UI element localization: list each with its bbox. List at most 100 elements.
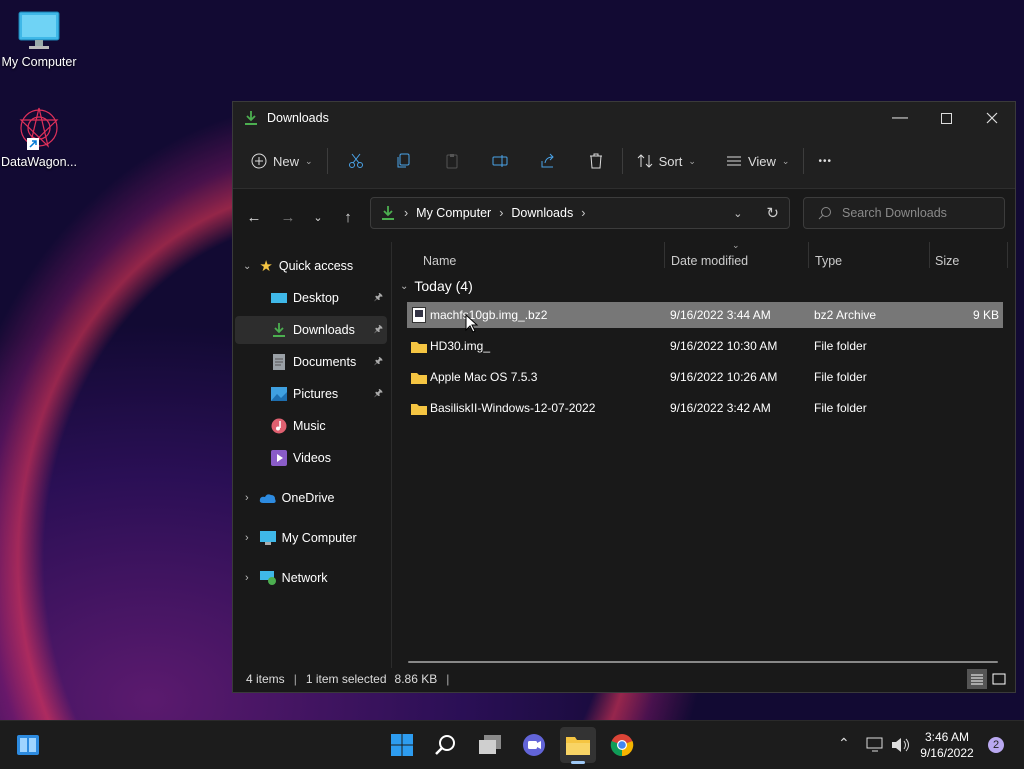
address-dropdown-button[interactable]: ⌄ (733, 207, 742, 220)
chat-icon (523, 734, 545, 756)
chevron-right-icon: › (245, 532, 249, 544)
file-row[interactable]: machfs10gb.img_.bz2 9/16/2022 3:44 AM bz… (407, 302, 1003, 328)
group-header[interactable]: ⌄ Today (4) (400, 278, 473, 294)
desktop-icon-datawagon[interactable]: DataWagon... (0, 106, 78, 169)
close-button[interactable] (969, 102, 1015, 134)
column-header-type[interactable]: Type (815, 254, 842, 268)
sidebar-item-pictures[interactable]: Pictures 🖈 (235, 380, 387, 408)
network-icon (259, 571, 276, 585)
breadcrumb-my-computer[interactable]: My Computer (416, 206, 491, 220)
column-separator[interactable] (929, 242, 930, 268)
chevron-down-icon: ⌄ (688, 155, 696, 166)
minimize-button[interactable]: — (877, 102, 923, 134)
pin-icon[interactable]: 🖈 (374, 290, 383, 307)
sidebar-label: Quick access (278, 259, 354, 273)
sidebar-item-quick-access[interactable]: ⌄ ★ Quick access (235, 252, 385, 280)
taskbar: ⌃ 3:46 AM 9/16/2022 2 (0, 720, 1024, 769)
task-view-button[interactable] (472, 727, 508, 763)
sidebar-item-music[interactable]: Music (235, 412, 387, 440)
folder-icon (566, 737, 590, 755)
file-type: File folder (814, 401, 867, 415)
file-name: Apple Mac OS 7.5.3 (430, 370, 538, 384)
widgets-button[interactable] (10, 727, 46, 763)
cut-button[interactable] (340, 145, 372, 177)
paste-button[interactable] (436, 145, 468, 177)
file-row[interactable]: BasiliskII-Windows-12-07-2022 9/16/2022 … (407, 395, 1003, 421)
selection-size: 8.86 KB (394, 672, 438, 686)
chrome-button[interactable] (604, 727, 640, 763)
column-separator[interactable] (1007, 242, 1008, 268)
rename-button[interactable] (484, 145, 516, 177)
refresh-button[interactable]: ↻ (766, 204, 779, 222)
view-list-icon (726, 156, 741, 166)
horizontal-scrollbar[interactable] (408, 661, 998, 663)
back-button[interactable]: ← (239, 202, 269, 232)
windows-logo-icon (391, 734, 413, 756)
column-separator[interactable] (664, 242, 665, 268)
details-view-button[interactable] (967, 669, 987, 689)
maximize-button[interactable] (923, 102, 969, 134)
sidebar-item-network[interactable]: › Network (235, 564, 387, 592)
sidebar-label: My Computer (281, 531, 357, 545)
monitor-icon (18, 11, 60, 49)
search-box[interactable]: Search Downloads (803, 197, 1005, 229)
tiles-view-button[interactable] (989, 669, 1009, 689)
column-header-date[interactable]: Date modified (671, 254, 748, 268)
sidebar-item-desktop[interactable]: Desktop 🖈 (235, 284, 387, 312)
item-count: 4 items (246, 672, 285, 686)
file-row[interactable]: HD30.img_ 9/16/2022 10:30 AM File folder (407, 333, 1003, 359)
column-separator[interactable] (808, 242, 809, 268)
recent-locations-button[interactable]: ⌄ (303, 202, 333, 232)
column-header-size[interactable]: Size (935, 254, 959, 268)
file-type: File folder (814, 339, 867, 353)
sidebar-item-downloads[interactable]: Downloads 🖈 (235, 316, 387, 344)
search-button[interactable] (428, 727, 464, 763)
breadcrumb-separator: › (499, 206, 504, 220)
sidebar-item-onedrive[interactable]: › OneDrive (235, 484, 387, 512)
pin-icon[interactable]: 🖈 (374, 354, 383, 371)
copy-button[interactable] (388, 145, 420, 177)
selection-count: 1 item selected (305, 672, 387, 686)
new-button[interactable]: New ⌄ (243, 145, 321, 177)
sidebar-label: Network (281, 571, 328, 585)
volume-icon[interactable] (891, 737, 911, 753)
show-hidden-icons-button[interactable]: ⌃ (838, 735, 850, 752)
view-button[interactable]: View ⌄ (718, 145, 798, 177)
desktop-icon-my-computer[interactable]: My Computer (0, 10, 78, 69)
more-options-button[interactable]: ••• (810, 145, 840, 177)
archive-file-icon (412, 307, 426, 323)
teams-chat-button[interactable] (516, 727, 552, 763)
sidebar-item-documents[interactable]: Documents 🖈 (235, 348, 387, 376)
pin-icon[interactable]: 🖈 (374, 322, 383, 339)
arrow-right-icon: → (280, 208, 296, 226)
sidebar-label: OneDrive (281, 491, 335, 505)
more-icon: ••• (818, 155, 832, 167)
start-button[interactable] (384, 727, 420, 763)
separator (621, 148, 623, 174)
address-bar[interactable]: › My Computer › Downloads › ⌄ ↻ (370, 197, 790, 229)
notification-badge[interactable]: 2 (988, 737, 1004, 753)
file-date: 9/16/2022 10:30 AM (670, 339, 778, 353)
network-status-icon[interactable] (866, 737, 884, 753)
sidebar-item-my-computer[interactable]: › My Computer (235, 524, 387, 552)
file-date: 9/16/2022 3:44 AM (670, 308, 771, 322)
pin-icon[interactable]: 🖈 (374, 386, 383, 403)
sort-button[interactable]: Sort ⌄ (629, 145, 704, 177)
title-bar[interactable]: Downloads — (233, 102, 1015, 134)
cloud-icon (259, 494, 276, 503)
widgets-icon (17, 735, 39, 755)
file-explorer-taskbar-button[interactable] (560, 727, 596, 764)
active-indicator (571, 761, 585, 764)
forward-button[interactable]: → (273, 202, 303, 232)
file-row[interactable]: Apple Mac OS 7.5.3 9/16/2022 10:26 AM Fi… (407, 364, 1003, 390)
chevron-down-icon: ⌄ (313, 211, 323, 224)
sidebar-item-videos[interactable]: Videos (235, 444, 387, 472)
delete-button[interactable] (580, 145, 612, 177)
breadcrumb-downloads[interactable]: Downloads (511, 206, 573, 220)
share-button[interactable] (532, 145, 564, 177)
file-type: File folder (814, 370, 867, 384)
clock[interactable]: 3:46 AM 9/16/2022 (916, 729, 978, 761)
column-header-name[interactable]: Name (423, 254, 456, 268)
up-button[interactable]: ↑ (333, 202, 363, 232)
scissors-icon (348, 153, 363, 168)
